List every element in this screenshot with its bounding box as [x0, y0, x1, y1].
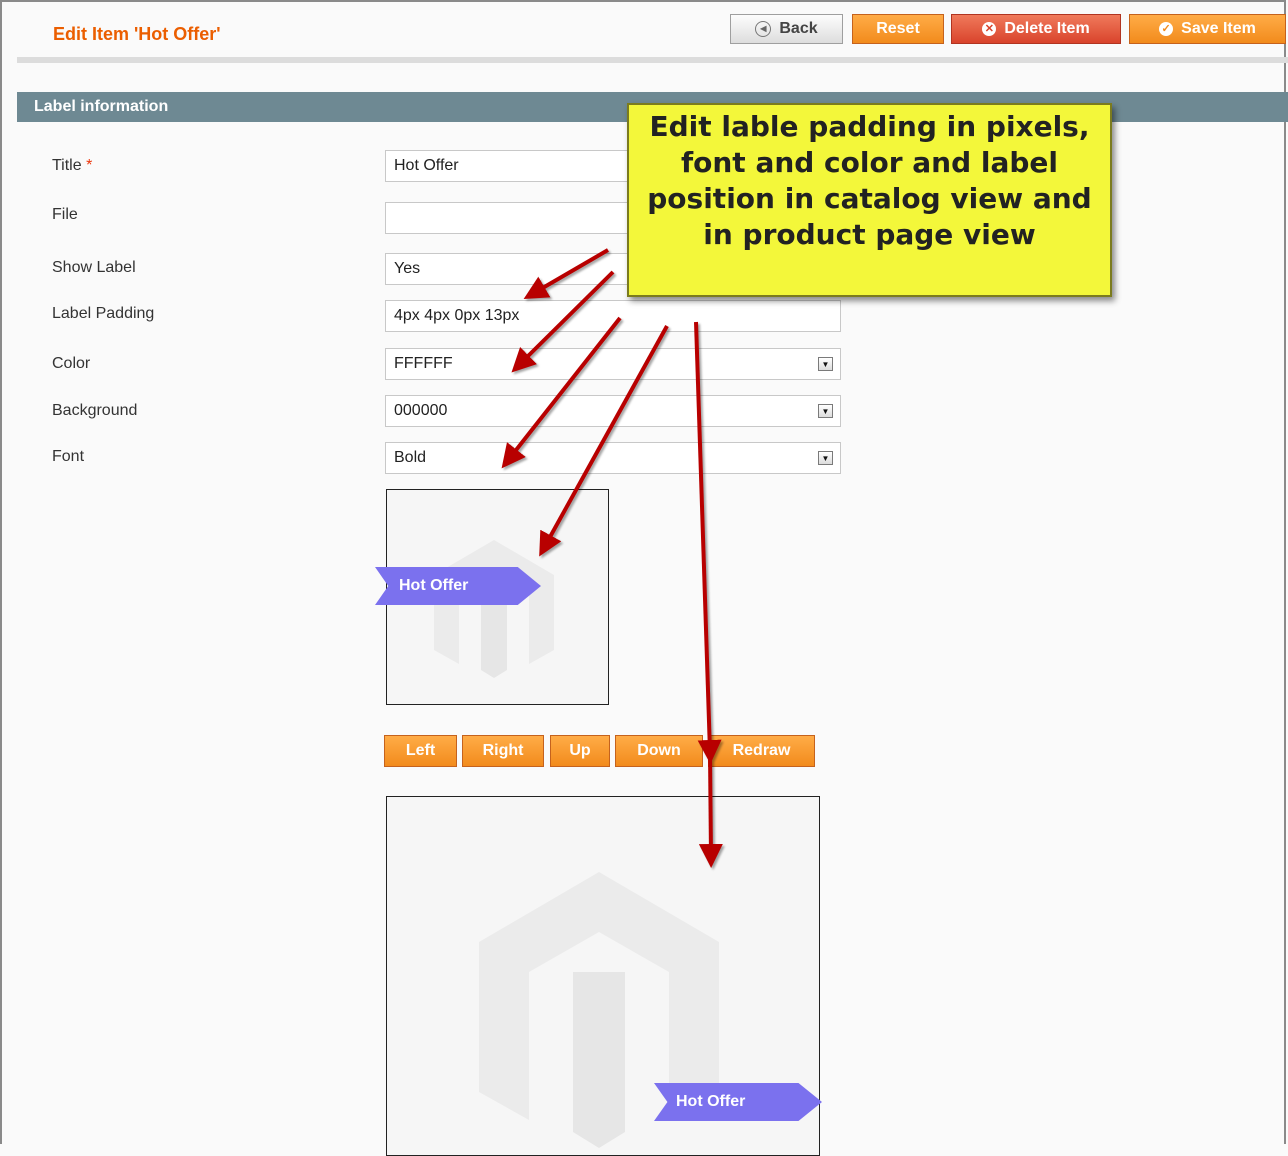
catalog-label-text: Hot Offer [399, 577, 469, 594]
back-button-label: Back [779, 20, 818, 37]
font-field-label: Font [52, 448, 85, 465]
file-field-label: File [52, 206, 78, 223]
product-label-ribbon[interactable]: Hot Offer [654, 1083, 822, 1121]
left-button[interactable]: Left [384, 735, 457, 767]
checkmark-icon: ✓ [1159, 22, 1174, 36]
font-value: Bold [394, 449, 427, 466]
reset-button[interactable]: Reset [852, 14, 944, 44]
background-field-label: Background [52, 402, 138, 419]
back-arrow-icon: ◀ [755, 21, 772, 37]
save-item-button[interactable]: ✓ Save Item [1129, 14, 1286, 44]
right-button[interactable]: Right [462, 735, 544, 767]
chevron-down-icon[interactable]: ▼ [818, 404, 833, 418]
save-button-label: Save Item [1181, 20, 1256, 37]
catalog-label-ribbon[interactable]: Hot Offer [375, 567, 541, 605]
color-field-label: Color [52, 355, 91, 372]
title-input-value: Hot Offer [394, 157, 459, 174]
title-label-text: Title [52, 157, 82, 174]
delete-button-label: Delete Item [1004, 20, 1090, 37]
section-title: Label information [34, 98, 169, 115]
redraw-button[interactable]: Redraw [708, 735, 815, 767]
page-title: Edit Item 'Hot Offer' [53, 24, 221, 44]
chevron-down-icon[interactable]: ▼ [818, 357, 833, 371]
label-padding-field-label: Label Padding [52, 305, 155, 322]
label-padding-input[interactable]: 4px 4px 0px 13px [385, 300, 841, 332]
background-select[interactable]: 000000 ▼ [385, 395, 841, 427]
label-padding-value: 4px 4px 0px 13px [394, 307, 520, 324]
show-label-field-label: Show Label [52, 259, 136, 276]
back-button[interactable]: ◀ Back [730, 14, 843, 44]
product-label-text: Hot Offer [676, 1093, 746, 1110]
delete-item-button[interactable]: ✕ Delete Item [951, 14, 1121, 44]
down-button[interactable]: Down [615, 735, 703, 767]
font-select[interactable]: Bold ▼ [385, 442, 841, 474]
placeholder-logo-icon [434, 540, 554, 678]
title-field-label: Title * [52, 157, 92, 175]
required-asterisk: * [86, 157, 93, 174]
annotation-callout: Edit lable padding in pixels, font and c… [627, 103, 1112, 297]
delete-x-icon: ✕ [982, 22, 997, 36]
show-label-value: Yes [394, 260, 421, 277]
background-value: 000000 [394, 402, 448, 419]
catalog-preview: Hot Offer [375, 489, 609, 705]
chevron-down-icon[interactable]: ▼ [818, 451, 833, 465]
up-button[interactable]: Up [550, 735, 610, 767]
product-preview: Hot Offer [386, 796, 822, 1156]
header-divider [17, 57, 1288, 63]
color-value: FFFFFF [394, 355, 453, 372]
reset-button-label: Reset [876, 20, 920, 37]
color-select[interactable]: FFFFFF ▼ [385, 348, 841, 380]
